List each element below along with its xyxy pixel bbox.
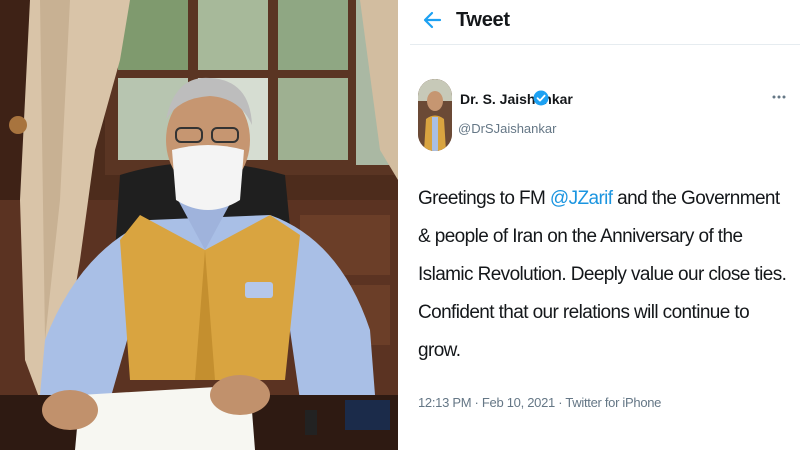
meta-separator-2: ·: [554, 395, 566, 410]
tweet-metadata: 12:13 PM · Feb 10, 2021 · Twitter for iP…: [418, 395, 661, 410]
news-photo: [0, 0, 398, 450]
meta-separator: ·: [471, 395, 482, 410]
mention-link[interactable]: @JZarif: [550, 188, 613, 209]
panel-divider: [398, 0, 410, 450]
arrow-left-icon[interactable]: [422, 10, 442, 30]
page-title: Tweet: [456, 9, 510, 31]
avatar-image: [418, 79, 452, 151]
tweet-time[interactable]: 12:13 PM: [418, 395, 472, 410]
verified-badge-icon: [533, 90, 549, 106]
tweet-text-start: Greetings to FM: [418, 188, 550, 209]
tweet-source-link[interactable]: Twitter for iPhone: [565, 395, 661, 410]
author-handle[interactable]: @DrSJaishankar: [458, 121, 556, 136]
avatar[interactable]: [418, 79, 452, 151]
author-display-name[interactable]: Dr. S. Jaishankar: [460, 91, 573, 107]
tweet-date[interactable]: Feb 10, 2021: [482, 395, 555, 410]
tweet-header: Tweet: [410, 0, 800, 45]
more-options-icon[interactable]: [772, 94, 786, 100]
photo-illustration: [0, 0, 398, 450]
tweet-panel: Tweet Dr. S. Jaishankar @DrSJaishankar G…: [410, 0, 800, 450]
tweet-text: Greetings to FM @JZarif and the Governme…: [418, 180, 793, 370]
tweet-text-end: and the Government & people of Iran on t…: [418, 188, 787, 361]
